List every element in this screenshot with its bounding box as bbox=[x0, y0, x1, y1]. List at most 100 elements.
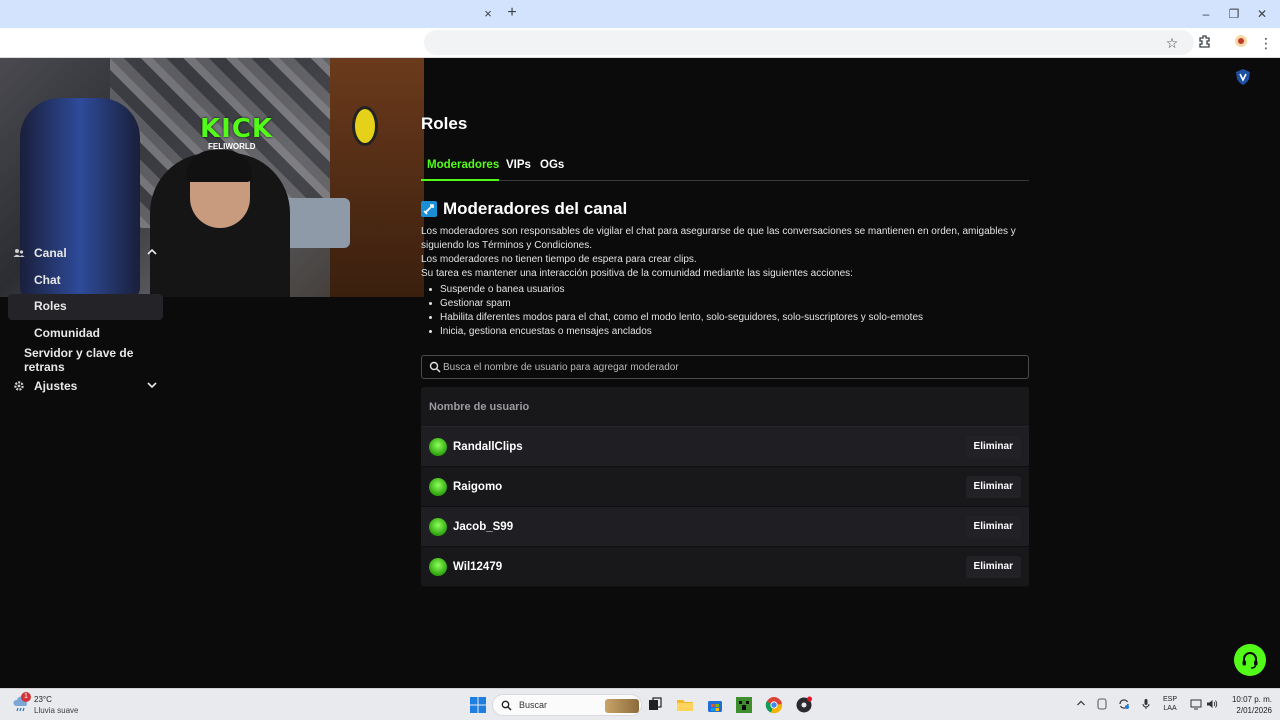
moderator-actions-list: Suspende o banea usuarios Gestionar spam… bbox=[428, 283, 924, 339]
close-window-button[interactable]: ✕ bbox=[1253, 5, 1271, 23]
username[interactable]: Wil12479 bbox=[453, 561, 502, 573]
network-icon[interactable] bbox=[1189, 698, 1203, 712]
sidebar-item-ajustes[interactable]: Ajustes bbox=[0, 373, 170, 400]
restore-button[interactable]: ❐ bbox=[1225, 5, 1243, 23]
profile-avatar-icon[interactable] bbox=[1232, 34, 1250, 52]
list-item: Gestionar spam bbox=[428, 297, 923, 311]
webcam-door bbox=[330, 58, 424, 297]
remove-moderator-button[interactable]: Eliminar bbox=[965, 436, 1021, 458]
table-header: Nombre de usuario bbox=[421, 387, 1029, 427]
support-chat-button[interactable] bbox=[1234, 644, 1266, 676]
roles-tabs: Moderadores VIPs OGs bbox=[421, 157, 1029, 181]
sync-icon[interactable] bbox=[1117, 698, 1131, 712]
sidebar-item-label: Chat bbox=[34, 272, 61, 287]
sidebar: Canal Chat Roles Comunidad Servidor y cl… bbox=[0, 240, 170, 400]
section-heading: Moderadores del canal bbox=[421, 199, 627, 219]
language-code: ESP bbox=[1163, 696, 1178, 703]
keyboard-layout: LAA bbox=[1163, 705, 1177, 712]
avatar bbox=[429, 437, 447, 456]
remove-moderator-button[interactable]: Eliminar bbox=[965, 556, 1021, 578]
table-row: Jacob_S99 Eliminar bbox=[421, 507, 1029, 547]
shield-icon[interactable] bbox=[1234, 68, 1252, 86]
screen: × + ‒ ❐ ✕ ☆ ⋮ KICK FELIWORLD Canal Chat … bbox=[0, 0, 1280, 720]
remove-moderator-button[interactable]: Eliminar bbox=[965, 476, 1021, 498]
search-input[interactable] bbox=[443, 359, 1013, 375]
sword-icon bbox=[421, 201, 437, 217]
page-title: Roles bbox=[421, 114, 468, 133]
windows-start-icon[interactable] bbox=[469, 696, 487, 714]
sidebar-item-chat[interactable]: Chat bbox=[0, 267, 170, 294]
weather-description: Lluvia suave bbox=[34, 706, 79, 715]
section-title: Moderadores del canal bbox=[443, 199, 628, 218]
search-icon bbox=[429, 361, 441, 373]
table-row: RandallClips Eliminar bbox=[421, 427, 1029, 467]
users-icon bbox=[13, 247, 25, 259]
webcam-wall-target bbox=[352, 106, 378, 146]
taskbar: 1 23°C Lluvia suave Buscar ESP LAA 10:07… bbox=[0, 688, 1280, 720]
username[interactable]: Raigomo bbox=[453, 481, 502, 493]
avatar bbox=[429, 517, 447, 536]
gear-icon bbox=[13, 380, 25, 392]
sidebar-item-roles[interactable]: Roles bbox=[0, 293, 170, 321]
sidebar-item-canal[interactable]: Canal bbox=[0, 240, 170, 267]
chevron-down-icon[interactable] bbox=[145, 379, 159, 393]
input-language[interactable]: ESP LAA bbox=[1163, 695, 1177, 713]
kick-logo: KICK bbox=[200, 114, 274, 144]
username[interactable]: RandallClips bbox=[453, 441, 523, 453]
avatar bbox=[429, 557, 447, 576]
list-item: Habilita diferentes modos para el chat, … bbox=[428, 312, 924, 323]
list-item: Suspende o banea usuarios bbox=[428, 283, 923, 297]
page: KICK FELIWORLD Canal Chat Roles Comunida… bbox=[0, 58, 1280, 688]
microphone-icon[interactable] bbox=[1139, 698, 1153, 712]
tray-app-icon[interactable] bbox=[1095, 698, 1109, 712]
address-bar[interactable] bbox=[424, 30, 1194, 55]
system-clock[interactable]: 10:07 p. m. 2/01/2026 bbox=[1224, 694, 1272, 716]
username[interactable]: Jacob_S99 bbox=[453, 521, 513, 533]
minimize-button[interactable]: ‒ bbox=[1197, 5, 1215, 23]
moderators-description: Los moderadores son responsables de vigi… bbox=[421, 225, 1029, 281]
browser-toolbar: ☆ ⋮ bbox=[0, 28, 1280, 58]
chevron-up-icon[interactable] bbox=[145, 246, 159, 260]
headset-icon bbox=[1242, 652, 1258, 669]
bookmark-star-icon[interactable]: ☆ bbox=[1163, 34, 1181, 52]
file-explorer-icon[interactable] bbox=[676, 696, 694, 714]
taskbar-search[interactable]: Buscar bbox=[492, 694, 642, 716]
sidebar-item-comunidad[interactable]: Comunidad bbox=[0, 320, 170, 347]
sidebar-item-servidor[interactable]: Servidor y clave de retrans bbox=[0, 345, 170, 374]
notification-badge: 1 bbox=[21, 692, 31, 702]
clock-date: 2/01/2026 bbox=[1236, 706, 1272, 715]
minecraft-icon[interactable] bbox=[735, 696, 753, 714]
tab-moderadores[interactable]: Moderadores bbox=[427, 159, 499, 171]
browser-tabbar: × + ‒ ❐ ✕ bbox=[0, 0, 1280, 28]
obs-icon[interactable] bbox=[795, 696, 813, 714]
list-item: Inicia, gestiona encuestas o mensajes an… bbox=[428, 325, 923, 339]
table-row: Raigomo Eliminar bbox=[421, 467, 1029, 507]
kick-logo-subtitle: FELIWORLD bbox=[208, 142, 256, 151]
sidebar-item-label: Canal bbox=[34, 246, 67, 261]
extensions-icon[interactable] bbox=[1196, 34, 1214, 52]
moderators-table: Nombre de usuario RandallClips Eliminar … bbox=[421, 387, 1029, 587]
tab-vips[interactable]: VIPs bbox=[506, 159, 531, 171]
new-tab-button[interactable]: + bbox=[504, 5, 520, 21]
search-icon bbox=[501, 700, 512, 711]
browser-menu-icon[interactable]: ⋮ bbox=[1257, 34, 1275, 52]
table-row: Wil12479 Eliminar bbox=[421, 547, 1029, 587]
moderator-search bbox=[421, 355, 1029, 379]
active-tab-underline bbox=[421, 179, 499, 181]
tab-close-icon[interactable]: × bbox=[480, 6, 496, 22]
clock-time: 10:07 p. m. bbox=[1231, 695, 1272, 704]
tab-ogs[interactable]: OGs bbox=[540, 159, 564, 171]
tray-chevron-up-icon[interactable] bbox=[1074, 698, 1088, 712]
search-highlight-image bbox=[605, 699, 639, 713]
store-icon[interactable] bbox=[706, 696, 724, 714]
sidebar-item-label: Roles bbox=[34, 299, 67, 314]
task-view-icon[interactable] bbox=[646, 696, 664, 714]
sidebar-item-label: Servidor y clave de retrans bbox=[24, 345, 134, 374]
weather-temperature: 23°C bbox=[34, 695, 52, 704]
remove-moderator-button[interactable]: Eliminar bbox=[965, 516, 1021, 538]
sidebar-item-label: Ajustes bbox=[34, 379, 78, 394]
taskbar-search-label: Buscar bbox=[519, 700, 548, 710]
sidebar-item-label: Comunidad bbox=[34, 326, 100, 341]
chrome-icon[interactable] bbox=[765, 696, 783, 714]
volume-icon[interactable] bbox=[1205, 698, 1219, 712]
